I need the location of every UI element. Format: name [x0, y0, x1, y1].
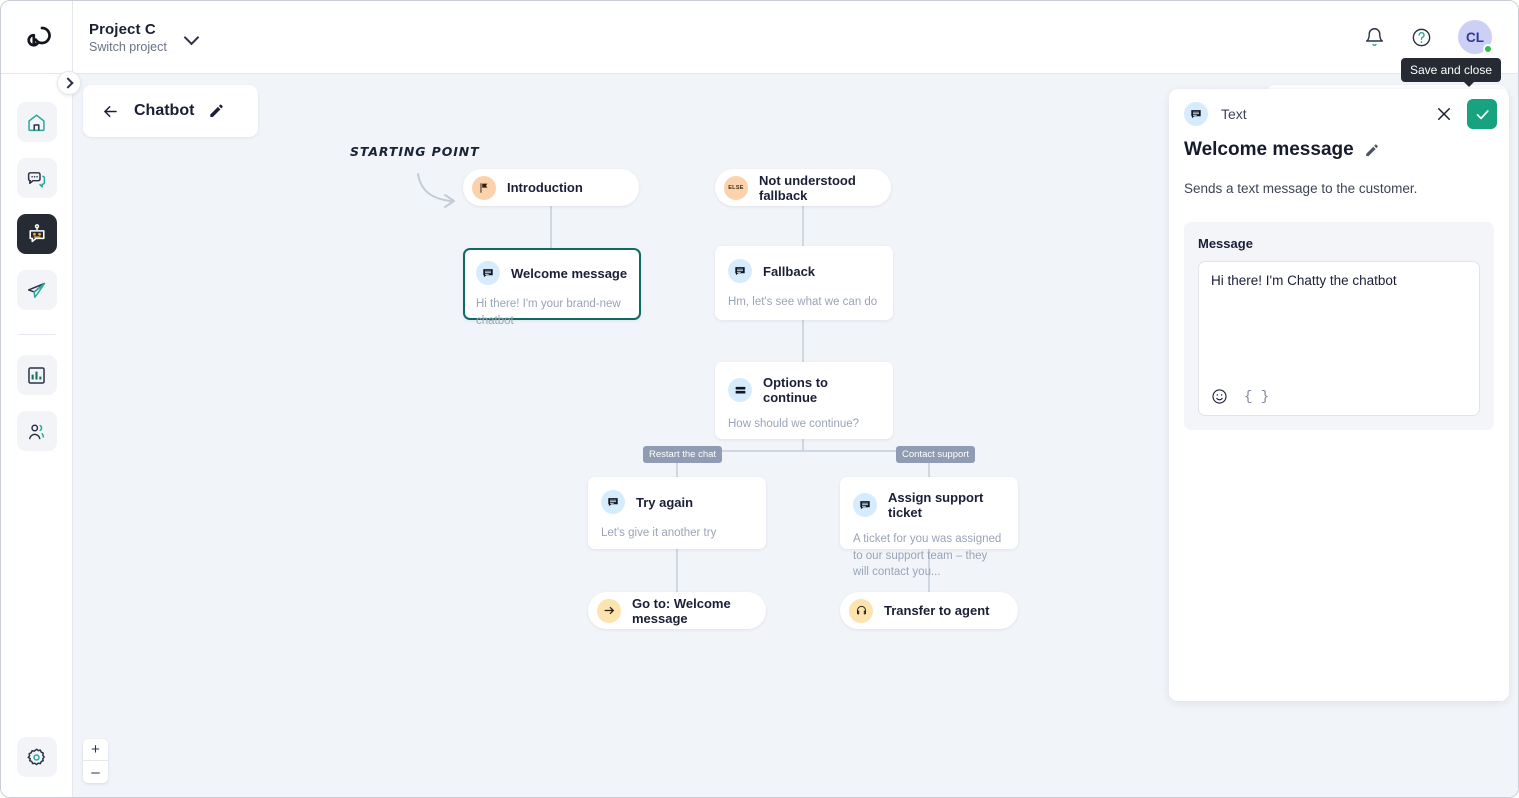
flow-node-go-to-welcome-message[interactable]: Go to: Welcome message	[588, 592, 766, 629]
panel-title: Welcome message	[1184, 139, 1354, 160]
message-field-label: Message	[1198, 236, 1253, 251]
top-bar: Project C Switch project CL	[1, 1, 1518, 74]
flow-node-options-to-continue[interactable]: Options to continue How should we contin…	[715, 362, 893, 439]
pencil-icon[interactable]	[1364, 143, 1379, 158]
node-subtitle: Hm, let's see what we can do	[728, 296, 878, 308]
sidebar-rail	[1, 74, 73, 797]
zoom-in-button[interactable]: +	[83, 739, 108, 761]
branch-label-contact-support[interactable]: Contact support	[896, 446, 976, 463]
flow-node-introduction[interactable]: Introduction	[463, 169, 639, 206]
node-title: Go to: Welcome message	[632, 595, 731, 626]
flag-icon	[472, 175, 496, 200]
message-input-value: Hi there! I'm Chatty the chatbot	[1211, 273, 1397, 288]
flow-node-try-again[interactable]: Try again Let's give it another try	[588, 477, 766, 549]
message-icon	[476, 261, 500, 285]
app-window: Project C Switch project CL Chatbot STAR…	[0, 0, 1519, 798]
project-name: Project C	[89, 20, 156, 38]
pencil-icon[interactable]	[208, 103, 224, 119]
sidebar-item-settings[interactable]	[16, 737, 57, 777]
agent-headset-icon	[849, 598, 873, 623]
node-title: Fallback	[763, 263, 816, 279]
save-and-close-tooltip: Save and close	[1400, 58, 1501, 87]
sidebar-item-contacts[interactable]	[16, 411, 57, 451]
node-title: Welcome message	[511, 265, 628, 281]
page-title: Chatbot	[134, 102, 195, 119]
flow-node-transfer-to-agent[interactable]: Transfer to agent	[840, 592, 1018, 629]
sidebar-item-campaigns[interactable]	[16, 270, 57, 310]
message-icon	[601, 490, 625, 514]
rail-divider	[17, 334, 56, 335]
node-title: Transfer to agent	[884, 603, 990, 618]
zoom-controls: + –	[83, 739, 108, 783]
flow-node-welcome-message[interactable]: Welcome message Hi there! I'm your brand…	[463, 248, 641, 327]
brand-logo-icon[interactable]	[1, 1, 73, 74]
node-subtitle: A ticket for you was assigned to our sup…	[853, 533, 1002, 579]
help-circle-icon[interactable]	[1411, 27, 1432, 48]
else-badge-icon: ELSE	[724, 175, 748, 200]
avatar[interactable]: CL	[1458, 20, 1493, 54]
node-title: Not understood fallback	[759, 172, 856, 203]
sidebar-item-home[interactable]	[16, 102, 57, 142]
sidebar-item-chatbot[interactable]	[16, 214, 57, 254]
sidebar-expand-button[interactable]	[57, 71, 81, 95]
starting-point-label: STARTING POINT	[350, 144, 480, 159]
chevron-down-icon[interactable]	[183, 28, 201, 46]
else-badge-text: ELSE	[728, 184, 744, 191]
close-icon[interactable]	[1435, 105, 1453, 123]
message-icon	[1184, 102, 1208, 126]
node-title: Introduction	[507, 180, 583, 195]
node-subtitle: How should we continue?	[728, 418, 860, 430]
sidebar-item-analytics[interactable]	[16, 355, 57, 395]
switch-project-label: Switch project	[89, 39, 167, 54]
top-bar-actions: CL	[1364, 20, 1518, 54]
message-input-tools: { }	[1211, 388, 1269, 405]
curly-braces-icon[interactable]: { }	[1244, 389, 1269, 405]
panel-header-actions	[1435, 99, 1497, 129]
node-title: Try again	[636, 494, 694, 510]
node-properties-panel: Save and close Text Welcome message Send…	[1169, 58, 1509, 701]
flow-node-assign-support-ticket[interactable]: Assign support ticket A ticket for you w…	[840, 477, 1018, 578]
bell-icon[interactable]	[1364, 27, 1385, 48]
avatar-initials: CL	[1466, 29, 1484, 45]
project-selector[interactable]: Project C Switch project	[89, 21, 201, 54]
flow-header: Chatbot	[83, 85, 258, 137]
options-list-icon	[728, 378, 752, 402]
branch-label-restart-the-chat[interactable]: Restart the chat	[643, 446, 723, 463]
node-subtitle: Hi there! I'm your brand-new chatbot	[476, 298, 621, 327]
zoom-out-button[interactable]: –	[83, 761, 108, 783]
message-icon	[853, 493, 877, 517]
node-title: Options to continue	[763, 375, 828, 405]
flow-node-fallback[interactable]: Fallback Hm, let's see what we can do	[715, 246, 893, 320]
online-status-dot	[1483, 44, 1493, 54]
panel-title-row: Welcome message	[1184, 139, 1494, 161]
panel-description: Sends a text message to the customer.	[1184, 181, 1418, 196]
save-and-close-button[interactable]	[1467, 99, 1497, 129]
sidebar-item-inbox[interactable]	[16, 158, 57, 198]
message-input[interactable]: Hi there! I'm Chatty the chatbot { }	[1198, 261, 1480, 416]
panel-kind-label: Text	[1221, 106, 1247, 122]
message-icon	[728, 259, 752, 283]
arrow-right-icon	[597, 598, 621, 623]
node-title: Assign support ticket	[888, 490, 984, 520]
emoji-smiley-icon[interactable]	[1211, 388, 1228, 405]
flow-node-not-understood-fallback[interactable]: ELSE Not understood fallback	[715, 169, 891, 206]
message-field-group: Message Hi there! I'm Chatty the chatbot	[1184, 222, 1494, 430]
panel-body: Welcome message Sends a text message to …	[1169, 139, 1509, 430]
panel-header: Text	[1169, 89, 1509, 139]
node-subtitle: Let's give it another try	[601, 527, 717, 539]
arrow-left-icon[interactable]	[101, 102, 120, 121]
